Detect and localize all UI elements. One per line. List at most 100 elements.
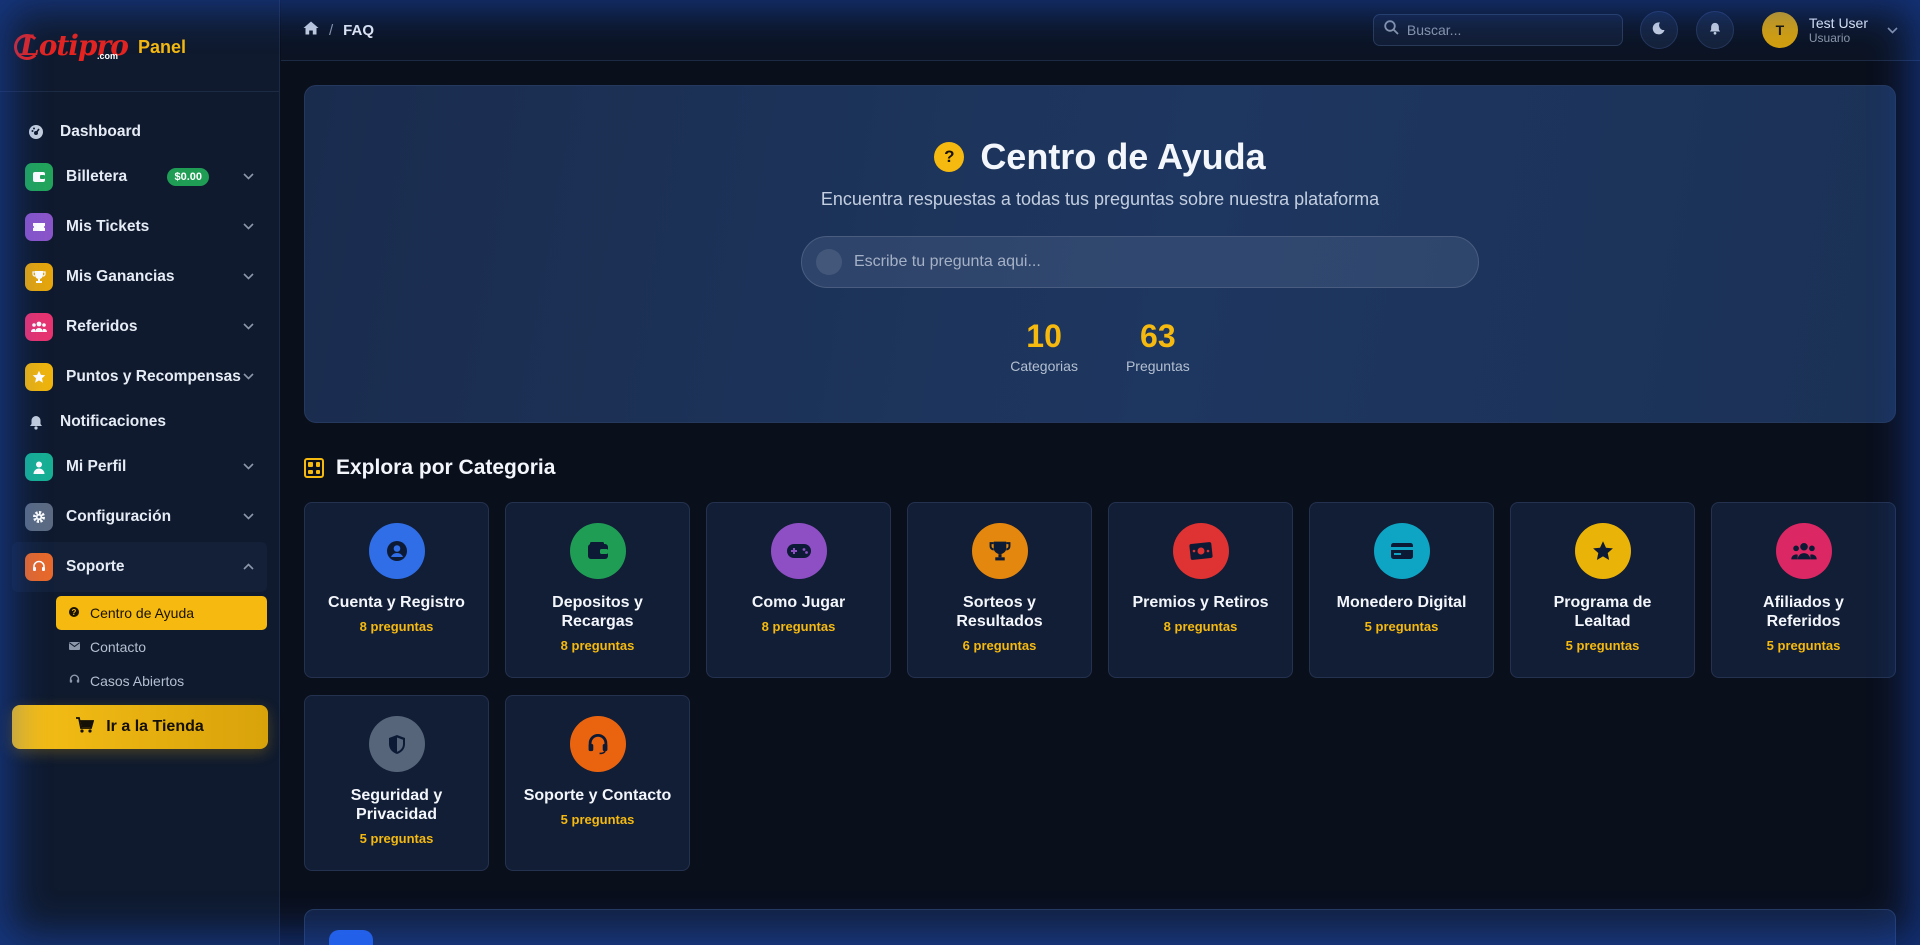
mail-icon (68, 641, 80, 653)
money-icon (1172, 523, 1229, 579)
category-card-lealtad[interactable]: Programa de Lealtad 5 preguntas (1510, 502, 1695, 678)
category-name: Soporte y Contacto (523, 787, 672, 804)
category-name: Premios y Retiros (1132, 594, 1269, 611)
breadcrumb-current: FAQ (343, 21, 375, 39)
gear-icon (25, 503, 53, 531)
category-card-depositos[interactable]: Depositos y Recargas 8 preguntas (505, 502, 690, 678)
category-card-premios[interactable]: Premios y Retiros 8 preguntas (1108, 502, 1293, 678)
sidebar-item-notificaciones[interactable]: Notificaciones (0, 402, 279, 442)
home-icon[interactable] (303, 21, 319, 39)
headset-icon (569, 716, 626, 772)
category-card-sorteos[interactable]: Sorteos y Resultados 6 preguntas (907, 502, 1092, 678)
faq-search-input[interactable] (854, 253, 1454, 271)
sidebar-item-mis-tickets[interactable]: Mis Tickets (0, 202, 279, 252)
category-count: 8 preguntas (1163, 619, 1238, 634)
breadcrumb-separator: / (329, 21, 334, 39)
user-menu[interactable]: T Test User Usuario (1761, 12, 1898, 48)
user-role: Usuario (1808, 30, 1851, 45)
panel-label: Panel (137, 36, 186, 57)
sidebar-item-puntos-recompensas[interactable]: Puntos y Recompensas (0, 352, 279, 402)
wallet-icon (25, 163, 53, 191)
sidebar-item-mi-perfil[interactable]: Mi Perfil (0, 442, 279, 492)
topbar: / FAQ T Test User Usuario (281, 0, 1920, 61)
faq-section-panel (304, 909, 1896, 945)
stat-label: Categorias (1010, 358, 1078, 374)
sidebar-subitem-centro-de-ayuda[interactable]: ? Centro de Ayuda (56, 596, 267, 630)
logo-suffix: .com (96, 50, 118, 61)
question-icon: ? (68, 606, 80, 620)
breadcrumb: / FAQ (303, 21, 374, 39)
category-name: Sorteos y Resultados (956, 594, 1043, 630)
sidebar-nav: Dashboard Billetera $0.00 Mis Tickets Mi… (0, 92, 279, 698)
store-button[interactable]: Ir a la Tienda (12, 705, 268, 749)
headset-icon (25, 553, 53, 581)
hero-title: ? Centro de Ayuda (305, 136, 1895, 178)
user-name: Test User (1808, 14, 1868, 31)
sidebar-item-label: Notificaciones (60, 413, 166, 430)
chevron-down-icon (243, 461, 255, 473)
sidebar-item-referidos[interactable]: Referidos (0, 302, 279, 352)
theme-toggle-button[interactable] (1639, 11, 1678, 49)
category-count: 8 preguntas (560, 638, 635, 653)
category-count: 6 preguntas (962, 638, 1037, 653)
chevron-down-icon (243, 511, 255, 523)
faq-stats: 10 Categorias 63 Preguntas (305, 318, 1895, 374)
chevron-down-icon (243, 221, 255, 233)
search-icon (1384, 20, 1399, 40)
moon-icon (1652, 22, 1665, 38)
category-card-seguridad[interactable]: Seguridad y Privacidad 5 preguntas (304, 695, 489, 871)
category-count: 8 preguntas (359, 619, 434, 634)
chevron-down-icon (243, 171, 255, 183)
faq-search (801, 236, 1479, 288)
users-icon (25, 313, 53, 341)
sidebar-subitem-contacto[interactable]: Contacto (56, 630, 267, 664)
category-card-afiliados[interactable]: Afiliados y Referidos 5 preguntas (1711, 502, 1896, 678)
category-card-cuenta[interactable]: Cuenta y Registro 8 preguntas (304, 502, 489, 678)
sidebar-subitem-casos-abiertos[interactable]: Casos Abiertos (56, 664, 267, 698)
sidebar-item-mis-ganancias[interactable]: Mis Ganancias (0, 252, 279, 302)
main-content: ? Centro de Ayuda Encuentra respuestas a… (304, 85, 1896, 871)
category-card-monedero[interactable]: Monedero Digital 5 preguntas (1309, 502, 1494, 678)
category-name: Monedero Digital (1336, 594, 1467, 611)
ticket-icon (25, 213, 53, 241)
sidebar-item-label: Dashboard (60, 123, 141, 140)
sidebar-item-dashboard[interactable]: Dashboard (0, 112, 279, 152)
trophy-icon (971, 523, 1028, 579)
sidebar-item-configuracion[interactable]: Configuración (0, 492, 279, 542)
cart-icon (76, 716, 95, 738)
brand-logo[interactable]: Lotipro .com Panel (14, 31, 186, 61)
sidebar-item-billetera[interactable]: Billetera $0.00 (0, 152, 279, 202)
subitem-label: Centro de Ayuda (90, 605, 195, 621)
category-count: 5 preguntas (359, 831, 434, 846)
star-icon (25, 363, 53, 391)
subitem-label: Casos Abiertos (90, 673, 185, 689)
dashboard-icon (27, 124, 45, 140)
category-count: 5 preguntas (1766, 638, 1841, 653)
page-title: Centro de Ayuda (980, 136, 1266, 177)
chevron-up-icon (243, 561, 255, 573)
stat-value: 63 (1140, 318, 1176, 354)
section-icon (329, 930, 373, 945)
user-info: Test User Usuario (1808, 14, 1868, 45)
category-count: 5 preguntas (1364, 619, 1439, 634)
chevron-down-icon (243, 321, 255, 333)
categories-heading: Explora por Categoria (304, 456, 1896, 480)
search-input[interactable] (1406, 22, 1612, 38)
search-icon (816, 249, 842, 275)
notifications-button[interactable] (1695, 11, 1734, 49)
category-card-soporte[interactable]: Soporte y Contacto 5 preguntas (505, 695, 690, 871)
sidebar-item-soporte[interactable]: Soporte (12, 542, 267, 592)
avatar: T (1761, 12, 1798, 48)
sidebar-item-label: Soporte (66, 558, 125, 575)
category-card-como-jugar[interactable]: Como Jugar 8 preguntas (706, 502, 891, 678)
bell-icon (27, 415, 45, 430)
subitem-label: Contacto (90, 639, 147, 655)
wallet-icon (569, 523, 626, 579)
svg-text:?: ? (72, 608, 77, 617)
card-icon (1373, 523, 1430, 579)
sidebar-item-label: Billetera (66, 168, 128, 185)
shield-icon (368, 716, 425, 772)
category-name: Como Jugar (751, 594, 846, 611)
chevron-down-icon (1887, 21, 1898, 39)
category-name: Programa de Lealtad (1553, 594, 1652, 630)
